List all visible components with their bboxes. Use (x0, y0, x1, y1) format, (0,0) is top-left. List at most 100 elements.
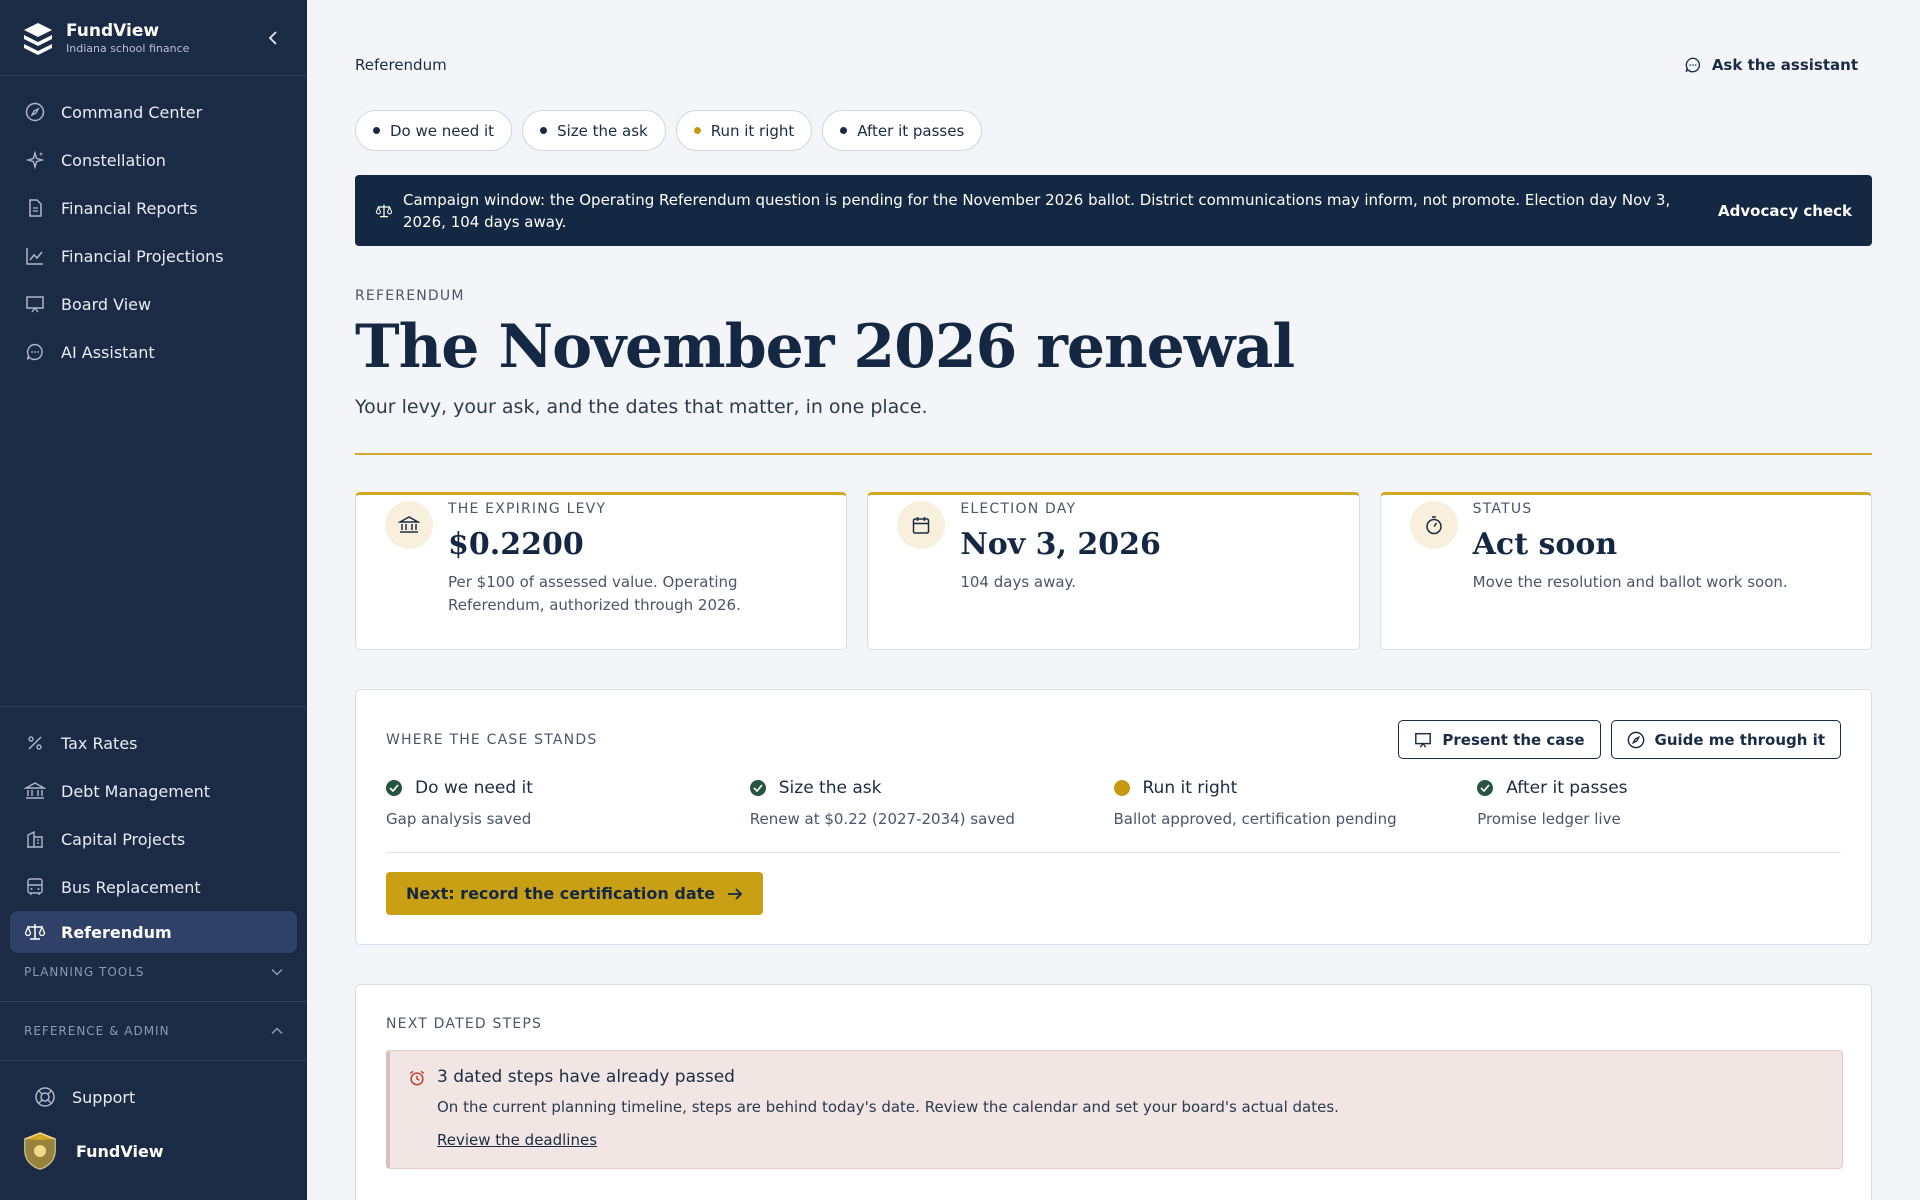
step-detail: Renew at $0.22 (2027-2034) saved (749, 810, 1015, 828)
panel-label: WHERE THE CASE STANDS (386, 731, 598, 748)
planning-tools-toggle[interactable]: PLANNING TOOLS (0, 953, 307, 991)
nav-label: Referendum (61, 922, 172, 942)
alarm-clock-icon (409, 1070, 425, 1086)
nav-command-center[interactable]: Command Center (0, 88, 307, 136)
stat-value: Nov 3, 2026 (960, 527, 1161, 562)
support-link[interactable]: Support (0, 1071, 307, 1123)
present-case-button[interactable]: Present the case (1398, 720, 1601, 759)
divider (0, 1001, 307, 1002)
arrow-right-icon (728, 887, 743, 900)
stat-note: Move the resolution and ballot work soon… (1472, 573, 1788, 591)
nav-ai-assistant[interactable]: AI Assistant (0, 328, 307, 376)
stat-card-status: STATUS Act soon Move the resolution and … (1379, 492, 1872, 650)
status-dot (840, 127, 848, 134)
review-deadlines-link[interactable]: Review the deadlines (437, 1131, 597, 1149)
bank-icon (385, 501, 433, 549)
building-icon (24, 828, 46, 850)
nav-debt-management[interactable]: Debt Management (0, 767, 307, 815)
check-circle-icon (749, 780, 766, 796)
guide-me-button[interactable]: Guide me through it (1610, 720, 1841, 759)
presentation-icon (24, 293, 46, 315)
nav-label: Tax Rates (61, 733, 138, 753)
stat-label: THE EXPIRING LEVY (448, 501, 607, 517)
nav-bus-replacement[interactable]: Bus Replacement (0, 863, 307, 911)
presentation-icon (1415, 732, 1432, 748)
chip-label: Run it right (710, 121, 795, 140)
check-circle-icon (1477, 780, 1494, 796)
advocacy-check-button[interactable]: Advocacy check (1718, 202, 1852, 220)
button-label: Present the case (1442, 730, 1585, 749)
nav-financial-projections[interactable]: Financial Projections (0, 232, 307, 280)
stopwatch-icon (1409, 501, 1458, 549)
chip-size-the-ask[interactable]: Size the ask (522, 110, 666, 151)
step-detail: Ballot approved, certification pending (1113, 810, 1397, 828)
case-header: WHERE THE CASE STANDS Present the case G… (386, 720, 1841, 759)
fundview-logo-icon (24, 22, 52, 55)
section-label: REFERENCE & ADMIN (24, 1024, 170, 1038)
ask-assistant-button[interactable]: Ask the assistant (1684, 56, 1858, 74)
divider (355, 453, 1872, 455)
alert-body: On the current planning timeline, steps … (437, 1098, 1339, 1116)
stat-cards: THE EXPIRING LEVY $0.2200 Per $100 of as… (355, 492, 1872, 650)
lifebuoy-icon (35, 1087, 55, 1107)
nav-label: Bus Replacement (61, 877, 201, 897)
nav-constellation[interactable]: Constellation (0, 136, 307, 184)
stat-note: Per $100 of assessed value. Operating Re… (448, 573, 741, 614)
percent-icon (24, 732, 46, 754)
button-label: Guide me through it (1654, 730, 1825, 749)
alert-title: 3 dated steps have already passed (437, 1067, 735, 1087)
chevron-up-icon (271, 1027, 283, 1035)
brand-header: FundView Indiana school finance (0, 0, 307, 76)
chip-do-we-need-it[interactable]: Do we need it (355, 110, 513, 151)
divider (386, 852, 1841, 853)
nav-board-view[interactable]: Board View (0, 280, 307, 328)
reference-admin-toggle[interactable]: REFERENCE & ADMIN (0, 1012, 307, 1050)
stat-label: STATUS (1472, 501, 1533, 517)
next-step-button[interactable]: Next: record the certification date (386, 872, 764, 915)
case-step: Size the ask Renew at $0.22 (2027-2034) … (749, 778, 1114, 828)
compass-icon (1627, 731, 1644, 748)
nav-label: Debt Management (61, 781, 211, 801)
breadcrumb[interactable]: Referendum (355, 56, 447, 74)
primary-nav: Command Center Constellation Financial R… (0, 76, 307, 376)
collapse-sidebar-button[interactable] (261, 26, 285, 50)
panel-label: NEXT DATED STEPS (386, 1016, 543, 1032)
secondary-nav-group: Tax Rates Debt Management Capital Projec… (0, 706, 307, 1050)
nav-label: Board View (61, 294, 152, 314)
nav-tax-rates[interactable]: Tax Rates (0, 719, 307, 767)
nav-label: Command Center (61, 102, 203, 122)
chat-icon (24, 341, 46, 363)
status-dot (693, 127, 701, 134)
nav-financial-reports[interactable]: Financial Reports (0, 184, 307, 232)
app-name: FundView (66, 20, 160, 41)
app-tagline: Indiana school finance (66, 41, 190, 55)
topbar: Referendum Ask the assistant (355, 56, 1872, 74)
case-step: Do we need it Gap analysis saved (386, 778, 750, 828)
support-label: Support (72, 1087, 136, 1107)
stat-value: Act soon (1472, 527, 1618, 562)
bus-icon (24, 876, 46, 898)
step-detail: Gap analysis saved (386, 810, 532, 828)
bank-icon (24, 780, 46, 802)
calendar-icon (897, 501, 946, 549)
step-title: Do we need it (415, 778, 533, 798)
chip-after-it-passes[interactable]: After it passes (822, 110, 983, 151)
step-title: Run it right (1142, 778, 1238, 798)
chat-icon (1685, 57, 1700, 73)
secondary-nav: Tax Rates Debt Management Capital Projec… (0, 719, 307, 953)
section-label: PLANNING TOOLS (24, 965, 145, 979)
chip-run-it-right[interactable]: Run it right (675, 110, 813, 151)
stat-card-expiring-levy: THE EXPIRING LEVY $0.2200 Per $100 of as… (355, 492, 848, 650)
campaign-window-banner: Campaign window: the Operating Referendu… (355, 175, 1872, 246)
stat-note: 104 days away. (960, 573, 1077, 591)
nav-label: Financial Projections (61, 246, 224, 266)
chip-label: After it passes (857, 121, 965, 140)
user-profile[interactable]: FundView (0, 1123, 307, 1179)
trend-chart-icon (24, 245, 46, 267)
dated-steps-panel: NEXT DATED STEPS 3 dated steps have alre… (355, 984, 1872, 1200)
compass-icon (24, 101, 46, 123)
chevron-left-icon (268, 30, 277, 45)
nav-capital-projects[interactable]: Capital Projects (0, 815, 307, 863)
nav-referendum[interactable]: Referendum (10, 911, 297, 953)
main-content: Referendum Ask the assistant Do we need … (307, 0, 1920, 1200)
